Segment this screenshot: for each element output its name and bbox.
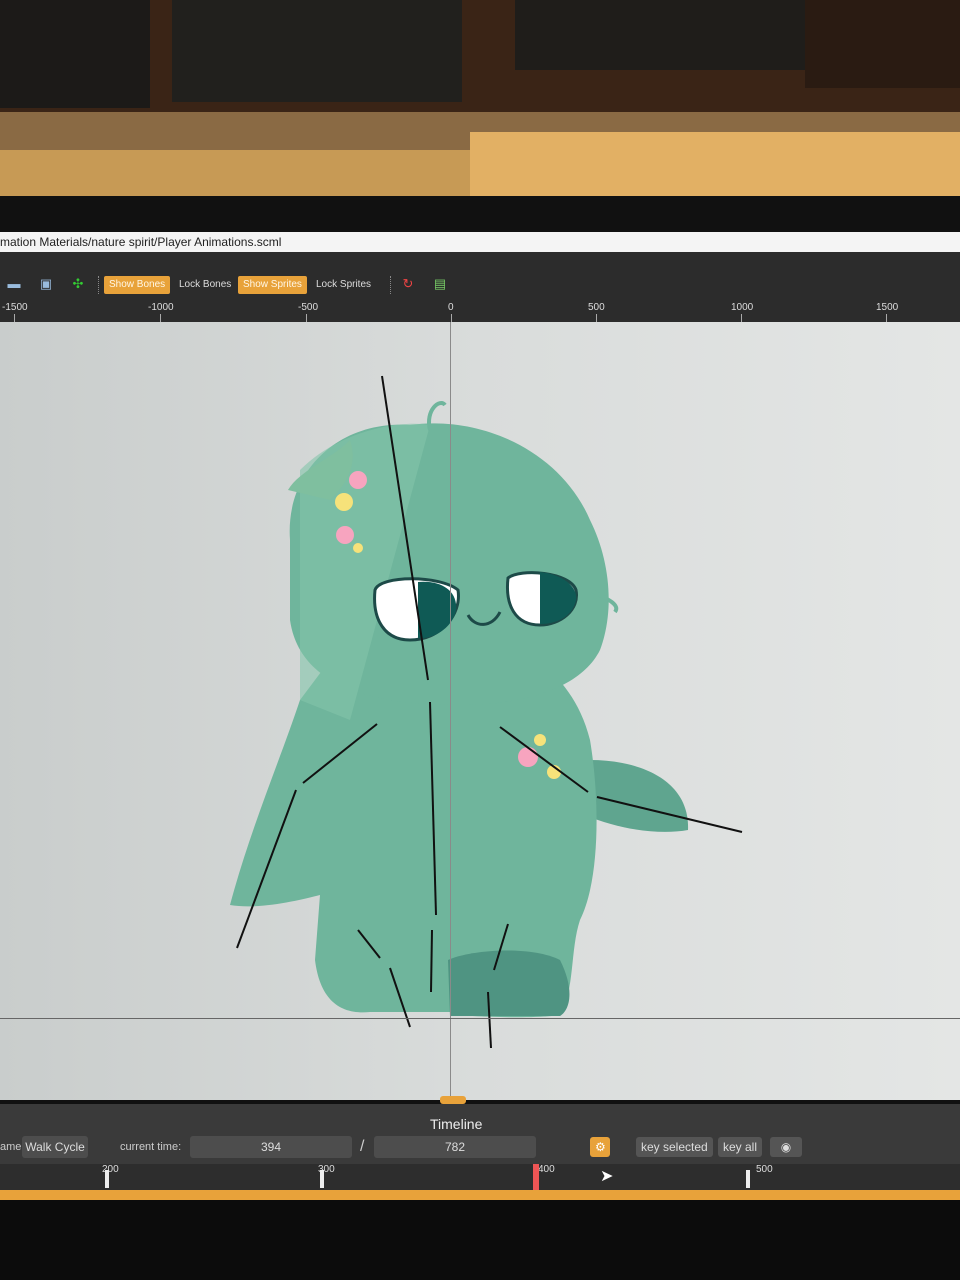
ruler-tick [160,314,161,322]
key-all-button[interactable]: key all [718,1137,763,1157]
timeline-range-bar[interactable] [0,1190,960,1200]
flip-icon[interactable]: ↻ [400,276,416,292]
ruler-tick [451,314,452,322]
screen-icon[interactable]: ▣ [38,276,54,292]
ruler-tick [886,314,887,322]
time-separator: / [360,1138,365,1155]
timeline-tick-label: 500 [756,1164,773,1175]
ground-line [0,1018,960,1019]
show-bones-button[interactable]: Show Bones [104,276,171,294]
ruler-tick [306,314,307,322]
image-icon[interactable]: ▤ [432,276,448,292]
ruler-label: 1500 [876,302,899,313]
ruler-tick [596,314,597,322]
sound-icon[interactable]: ◉ [770,1137,802,1157]
lock-sprites-button[interactable]: Lock Sprites [311,276,376,294]
canvas-scroll-handle[interactable] [440,1096,466,1104]
animation-name-label: ame [0,1141,22,1153]
keyframe-marker[interactable] [320,1170,324,1188]
ruler-label: -1000 [148,302,174,313]
lock-bones-button[interactable]: Lock Bones [174,276,236,294]
animation-name-field[interactable]: Walk Cycle [22,1136,88,1158]
monitor-bottom-bezel [0,1200,960,1280]
ruler-label: -1500 [2,302,28,313]
room-background [0,0,960,205]
key-selected-button[interactable]: key selected [636,1137,713,1157]
keyframe-marker[interactable] [105,1170,109,1188]
ruler-tick [741,314,742,322]
character-sprite[interactable] [0,322,960,1100]
ruler-label: -500 [298,302,319,313]
toolbar-separator [98,276,101,294]
horizontal-ruler [0,300,960,323]
mouse-cursor-icon: ➤ [600,1168,614,1185]
show-sprites-button[interactable]: Show Sprites [238,276,307,294]
current-time-field[interactable]: 394 [190,1136,352,1158]
settings-icon[interactable]: ⚙ [590,1137,610,1157]
timeline-title: Timeline [430,1116,483,1132]
folder-icon[interactable]: ▬ [6,276,22,292]
ruler-tick [14,314,15,322]
y-axis-line [450,322,451,1100]
timeline-track[interactable] [0,1164,960,1190]
ruler-label: 500 [588,302,605,313]
current-time-label: current time: [120,1141,182,1153]
keyframe-marker[interactable] [746,1170,750,1188]
window-title: mation Materials/nature spirit/Player An… [0,232,960,252]
animation-canvas[interactable] [0,322,960,1100]
ruler-label: 0 [448,302,454,313]
total-time-field[interactable]: 782 [374,1136,536,1158]
fit-view-icon[interactable]: ✣ [70,276,86,292]
toolbar-separator [390,276,393,294]
timeline-playhead[interactable] [533,1164,539,1190]
timeline-tick-label: 400 [538,1164,555,1175]
ruler-label: 1000 [731,302,754,313]
